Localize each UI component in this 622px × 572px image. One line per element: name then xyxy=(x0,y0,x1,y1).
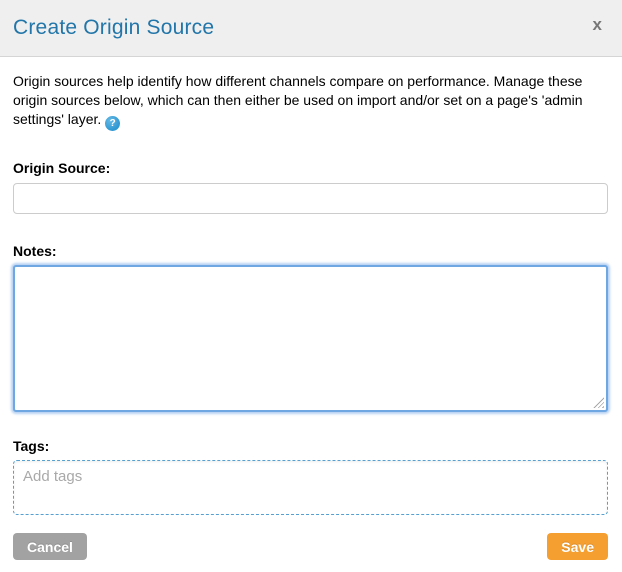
notes-textarea-wrap xyxy=(13,265,608,412)
save-button[interactable]: Save xyxy=(547,533,608,560)
create-origin-source-modal: Create Origin Source x Origin sources he… xyxy=(0,0,622,572)
description-text: Origin sources help identify how differe… xyxy=(13,72,608,131)
cancel-button[interactable]: Cancel xyxy=(13,533,87,560)
tags-label: Tags: xyxy=(13,438,608,454)
tags-input[interactable]: Add tags xyxy=(13,460,608,515)
modal-footer: Cancel Save xyxy=(0,515,622,560)
description-text-content: Origin sources help identify how differe… xyxy=(13,73,583,127)
origin-source-input[interactable] xyxy=(13,183,608,214)
modal-header: Create Origin Source x xyxy=(0,0,622,57)
notes-label: Notes: xyxy=(13,243,608,259)
origin-source-label: Origin Source: xyxy=(13,160,608,176)
close-icon[interactable]: x xyxy=(589,14,606,35)
modal-body: Origin sources help identify how differe… xyxy=(0,72,622,515)
help-icon[interactable]: ? xyxy=(105,116,120,131)
modal-title: Create Origin Source xyxy=(13,16,214,40)
tags-placeholder: Add tags xyxy=(23,468,82,485)
notes-textarea[interactable] xyxy=(13,265,608,412)
